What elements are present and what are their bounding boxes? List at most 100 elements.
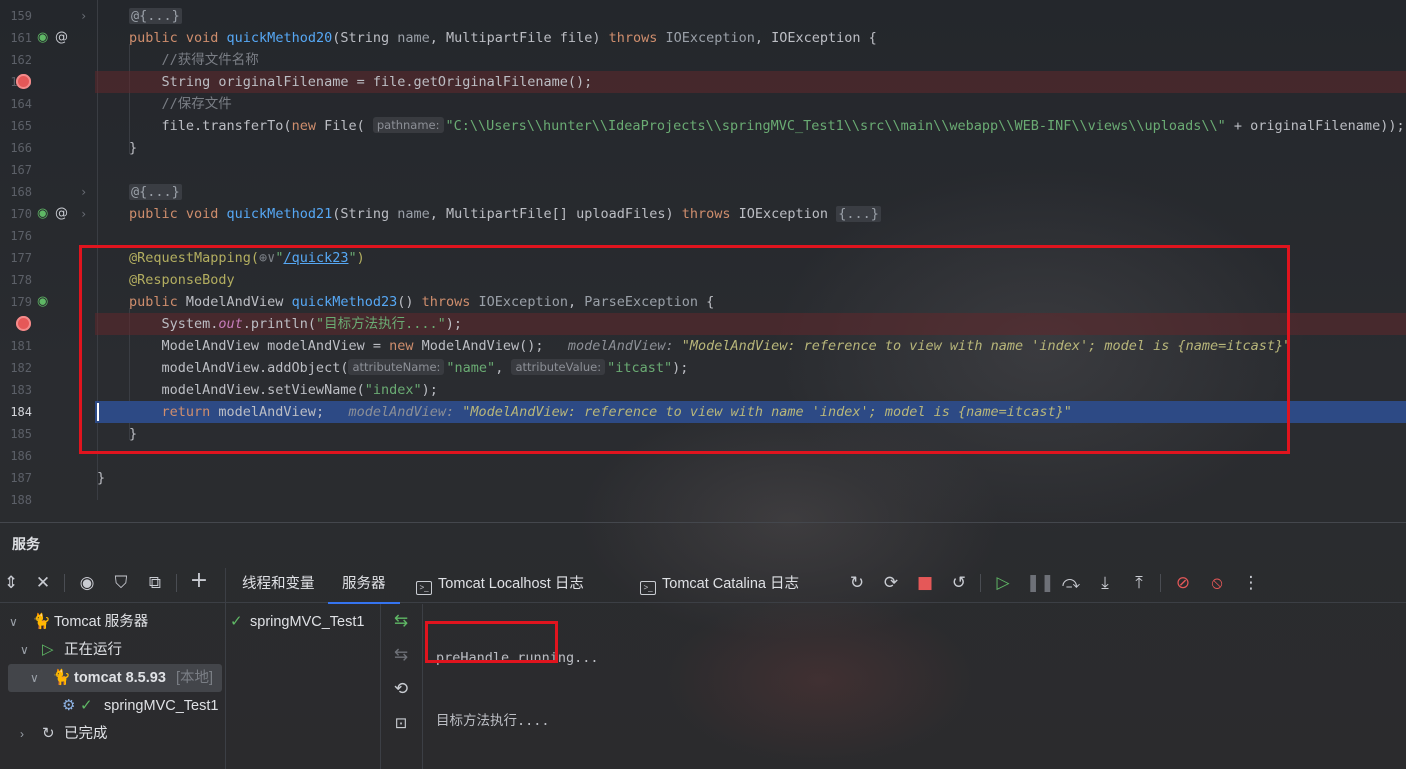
artifact-window-icon[interactable]: ⊡ — [390, 712, 412, 734]
pane-divider — [422, 604, 423, 769]
eye-icon[interactable]: ◉ — [76, 572, 98, 594]
code-line[interactable]: 187} — [0, 467, 1406, 489]
tree-item-artifact[interactable]: ⚙ ✓ springMVC_Test1 — [0, 692, 225, 720]
filter-icon[interactable]: ⛉ — [110, 572, 132, 594]
fold-chevron-icon[interactable]: › — [80, 5, 87, 27]
code-token: } — [129, 140, 138, 156]
code-line[interactable]: 159 › @{...} — [0, 5, 1406, 27]
code-token: , — [567, 294, 585, 310]
code-line[interactable]: 179 ◉ public ModelAndView quickMethod23() … — [0, 291, 1406, 313]
update-icon[interactable]: ↻ — [846, 572, 868, 594]
refresh-icon[interactable]: ⟲ — [390, 678, 412, 700]
step-into-icon[interactable]: ⤓ — [1094, 572, 1116, 594]
code-line[interactable]: 164 //保存文件 — [0, 93, 1406, 115]
code-line[interactable]: 181 ModelAndView modelAndView = new Mode… — [0, 335, 1406, 357]
code-line[interactable]: 184 return modelAndView; modelAndView: "… — [0, 401, 1406, 423]
code-line[interactable]: 166} — [0, 137, 1406, 159]
code-line[interactable]: 163 String originalFilename = file.getOr… — [0, 71, 1406, 93]
code-line[interactable]: 186 — [0, 445, 1406, 467]
resume-icon[interactable]: ▷ — [992, 572, 1014, 594]
tree-label: springMVC_Test1 — [104, 698, 219, 714]
add-icon[interactable]: + — [188, 570, 210, 592]
redeploy-icon[interactable]: ⟳ — [880, 572, 902, 594]
code-token: ModelAndView modelAndView = — [129, 338, 390, 354]
folded-code-placeholder[interactable]: @{...} — [129, 8, 182, 24]
deployment-item[interactable]: ✓ springMVC_Test1 — [226, 608, 381, 636]
expand-all-icon[interactable]: ⇕ — [0, 572, 22, 594]
code-token: "index" — [364, 382, 422, 398]
debug-var-name: modelAndView: — [348, 404, 463, 420]
code-line[interactable]: 185} — [0, 423, 1406, 445]
code-token: modelAndView.setViewName( — [129, 382, 365, 398]
code-line[interactable]: 165 file.transferTo(new File( pathname: "… — [0, 115, 1406, 137]
code-token: modelAndView; — [218, 404, 349, 420]
code-token[interactable]: /quick23 — [283, 250, 348, 266]
services-title: 服务 — [12, 536, 40, 552]
collapse-all-icon[interactable]: ✕ — [32, 572, 54, 594]
tab-server[interactable]: 服务器 — [328, 574, 400, 604]
mute-breakpoints-icon[interactable]: ⦸ — [1206, 572, 1228, 594]
code-token: return — [129, 404, 219, 420]
folded-code-placeholder[interactable]: {...} — [836, 206, 881, 222]
tree-item-tomcat-server[interactable]: ∨ 🐈 Tomcat 服务器 — [0, 608, 225, 636]
step-out-icon[interactable]: ⤒ — [1128, 572, 1150, 594]
tab-tomcat-catalina-log[interactable]: >_ Tomcat Catalina 日志 — [640, 574, 799, 604]
breakpoint-icon[interactable] — [16, 74, 31, 89]
code-text: //获得文件名称 — [129, 49, 259, 71]
line-number: 179 — [10, 295, 32, 309]
code-line[interactable]: 170 ◉ @ › public void quickMethod21(String n… — [0, 203, 1406, 225]
code-text: @RequestMapping(⊕∨"/quick23") — [129, 247, 365, 269]
override-icon[interactable]: @ — [55, 30, 71, 46]
breakpoint-icon[interactable] — [16, 316, 31, 331]
code-line[interactable]: 177 @RequestMapping(⊕∨"/quick23") — [0, 247, 1406, 269]
view-breakpoints-icon[interactable]: ⊘ — [1172, 572, 1194, 594]
override-icon[interactable]: @ — [55, 206, 71, 222]
code-line[interactable]: 178 @ResponseBody — [0, 269, 1406, 291]
code-line[interactable]: 162 //获得文件名称 — [0, 49, 1406, 71]
undeploy-icon[interactable]: ⇆ — [390, 644, 412, 666]
toolbar-separator — [64, 574, 65, 592]
console-output[interactable]: preHandle running... 目标方法执行.... — [436, 606, 599, 769]
folded-code-placeholder[interactable]: @{...} — [129, 184, 182, 200]
tree-item-tomcat-instance[interactable]: ∨ 🐈 tomcat 8.5.93 [本地] — [8, 664, 222, 692]
fold-chevron-icon[interactable]: › — [80, 181, 87, 203]
new-window-icon[interactable]: ⧉ — [144, 572, 166, 594]
code-editor[interactable]: 159 › @{...} 161 ◉ @ public void quickMethod20… — [0, 0, 1406, 522]
code-line[interactable]: 176 — [0, 225, 1406, 247]
tree-item-finished[interactable]: › ↻ 已完成 — [0, 720, 225, 748]
step-over-icon[interactable]: ⤼ — [1060, 572, 1082, 594]
code-line[interactable]: 161 ◉ @ public void quickMethod20(String na… — [0, 27, 1406, 49]
restart-icon[interactable]: ↺ — [948, 572, 970, 594]
run-icon[interactable]: ◉ — [37, 30, 53, 46]
code-line[interactable]: 167 — [0, 159, 1406, 181]
code-text: file.transferTo(new File( pathname: "C:\\… — [129, 115, 1405, 137]
deployment-actions: ⇆ ⇆ ⟲ ⊡ — [382, 604, 420, 769]
code-token: throws — [421, 294, 479, 310]
code-text: public ModelAndView quickMethod23() thro… — [129, 291, 714, 313]
code-line[interactable]: 182 modelAndView.addObject(attributeName… — [0, 357, 1406, 379]
code-token: file.transferTo( — [129, 118, 292, 134]
code-token: + originalFilename)); — [1225, 118, 1405, 134]
parameter-hint: attributeName: — [348, 359, 445, 375]
code-line[interactable]: System.out.println("目标方法执行...."); — [0, 313, 1406, 335]
code-text: public void quickMethod20(String name, M… — [129, 27, 877, 49]
fold-chevron-icon[interactable]: › — [80, 203, 87, 225]
tab-tomcat-localhost-log[interactable]: >_ Tomcat Localhost 日志 — [416, 574, 584, 604]
stop-icon[interactable]: ■ — [914, 572, 936, 594]
tab-threads-variables[interactable]: 线程和变量 — [242, 574, 315, 604]
code-line[interactable]: 188 — [0, 489, 1406, 511]
more-options-icon[interactable]: ⋮ — [1240, 572, 1262, 594]
code-text: modelAndView.addObject(attributeName: "na… — [129, 357, 688, 379]
tree-item-running[interactable]: ∨ ▷ 正在运行 — [0, 636, 225, 664]
code-text: @{...} — [129, 5, 182, 27]
code-token: public void — [129, 206, 227, 222]
deploy-icon[interactable]: ⇆ — [390, 610, 412, 632]
code-line[interactable]: 183 modelAndView.setViewName("index"); — [0, 379, 1406, 401]
run-icon[interactable]: ◉ — [37, 206, 53, 222]
line-number: 187 — [10, 471, 32, 485]
run-icon[interactable]: ◉ — [37, 294, 53, 310]
code-token: @RequestMapping( — [129, 250, 260, 266]
code-text: System.out.println("目标方法执行...."); — [129, 313, 463, 335]
code-line[interactable]: 168 › @{...} — [0, 181, 1406, 203]
pause-icon[interactable]: ❚❚ — [1026, 572, 1055, 594]
